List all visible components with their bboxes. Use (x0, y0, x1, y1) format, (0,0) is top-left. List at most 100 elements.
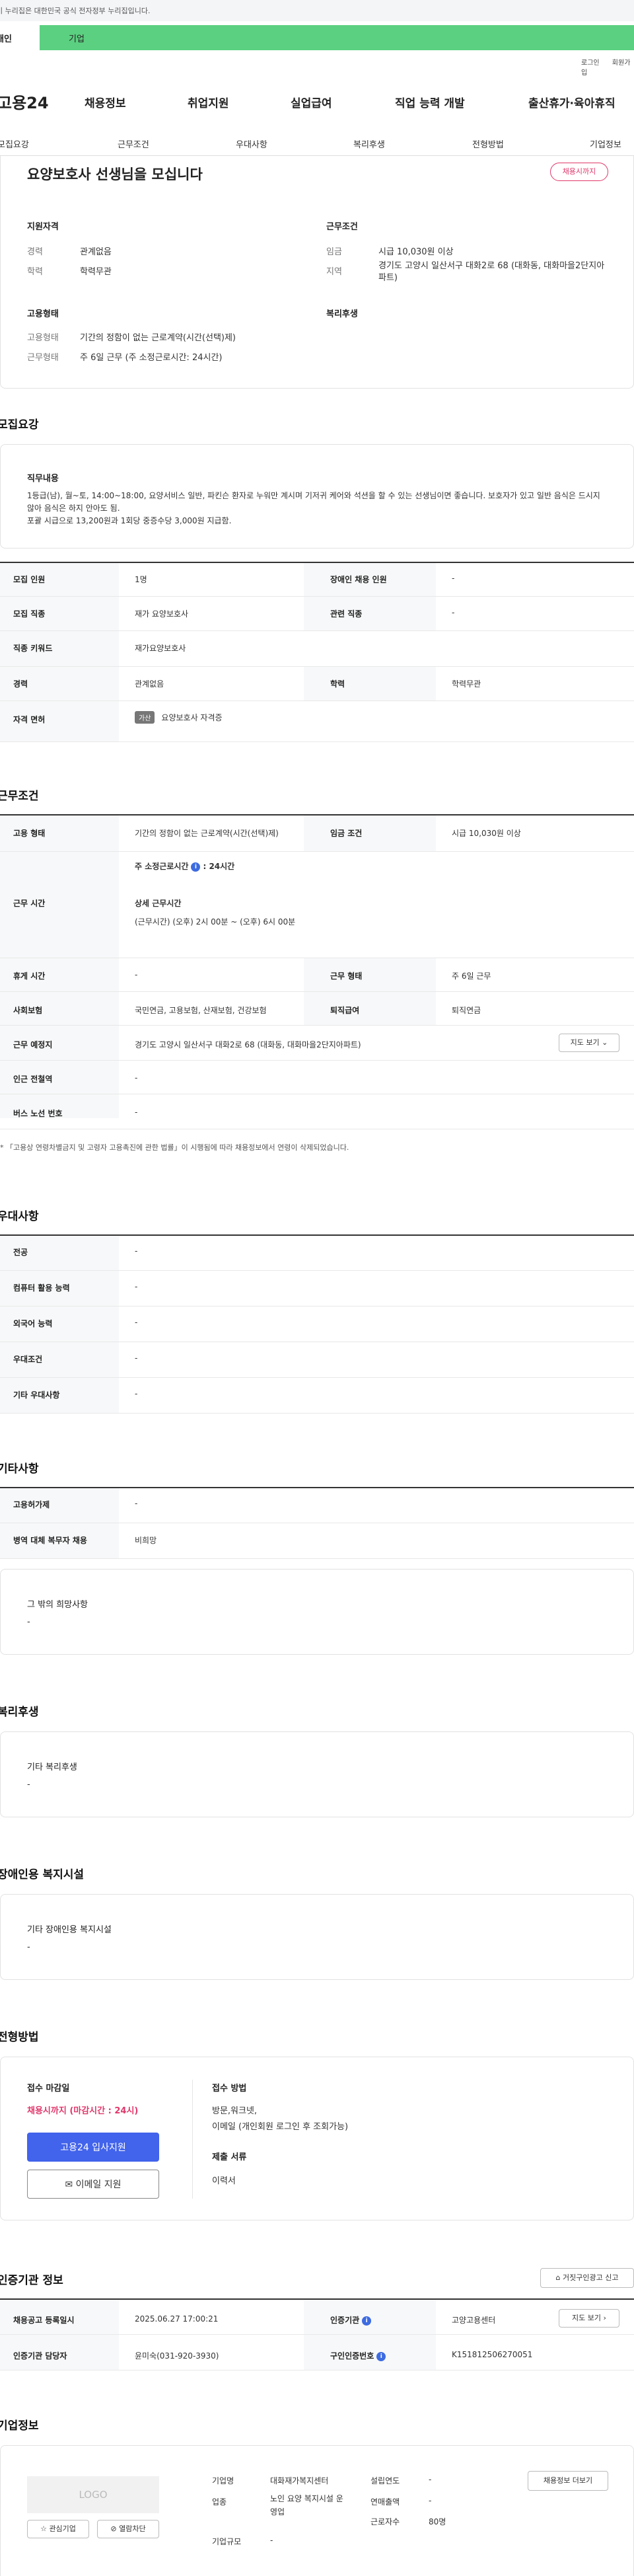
table-row (0, 630, 634, 631)
weekly-hours-value: : 24시간 (203, 862, 235, 871)
block-view-button[interactable]: ⊘ 열람차단 (97, 2520, 159, 2538)
company-v-name: 대화재가복지센터 (270, 2476, 329, 2485)
report-button-label: 거짓구인광고 신고 (563, 2273, 619, 2282)
method-value-2: 이메일 (개인회원 로그인 후 조회가능) (212, 2122, 349, 2132)
gnb-item-parental-leave[interactable]: 출산휴가·육아휴직 (528, 94, 616, 110)
login-link[interactable]: 로그인 (581, 59, 600, 67)
summary-card: 요양보호사 선생님을 모십니다 채용시까지 지원자격 경력 관계없음 학력 학력… (0, 156, 634, 389)
info-icon[interactable]: i (191, 862, 201, 872)
table-row (0, 2298, 634, 2300)
work-heading: 근무조건 (0, 790, 39, 803)
company-k-size: 기업규모 (212, 2537, 242, 2546)
method-title: 접수 방법 (212, 2084, 247, 2094)
tab-process[interactable]: 전형방법 (472, 137, 504, 150)
gnb-item-vocational-training[interactable]: 직업 능력 개발 (395, 94, 465, 110)
etc-v-military: 비희망 (135, 1536, 157, 1545)
company-v-industry: 노인 요양 복지시설 운영업 (270, 2494, 343, 2517)
work-v-place: 경기도 고양시 일산서구 대화2로 68 (대화동, 대화마을2단지아파트) (135, 1040, 361, 1049)
email-apply-button[interactable]: ✉ 이메일 지원 (27, 2170, 159, 2199)
table-row (0, 741, 634, 742)
map-button[interactable]: 지도 보기 ⌄ (559, 1034, 619, 1052)
block-icon: ⊘ (110, 2524, 117, 2533)
duty-card: 직무내용 1등급(남), 월~토, 14:00~18:00, 요양서비스 일반,… (0, 444, 634, 549)
gnb-item-unemployment-benefit[interactable]: 실업급여 (291, 94, 332, 110)
tab-personal[interactable]: 개인 (0, 25, 40, 50)
gnb-item-employment-support[interactable]: 취업지원 (188, 94, 229, 110)
work-k-bus: 버스 노선 번호 (13, 1109, 63, 1118)
work-form-label: 근무형태 (27, 353, 59, 363)
work-k-hours-detail: 상세 근무시간 (135, 899, 182, 908)
recruit-k-career: 경력 (13, 679, 28, 689)
disability-box-title: 기타 장애인용 복지시설 (27, 1925, 112, 1935)
tab-recruit[interactable]: 모집요강 (0, 137, 29, 150)
notice-text: 이 누리집은 대한민국 공식 전자정부 누리집입니다. (0, 7, 151, 15)
deadline-badge: 채용시까지 (550, 163, 608, 181)
info-icon[interactable]: i (376, 2351, 386, 2361)
recruit-v-license: 가산 요양보호사 자격증 (135, 711, 223, 724)
disability-box-value: - (27, 1942, 30, 1952)
tab-welfare[interactable]: 복리후생 (353, 137, 385, 150)
work-v-insurance: 국민연금, 고용보험, 산재보험, 건강보험 (135, 1006, 267, 1015)
favorite-company-button[interactable]: ☆ 관심기업 (27, 2520, 89, 2538)
region-value: 경기도 고양시 일산서구 대화2로 68 (대화동, 대화마을2단지아파트) (378, 261, 605, 283)
favorite-label: 관심기업 (49, 2524, 76, 2533)
gnb-item-jobs[interactable]: 채용정보 (85, 94, 126, 110)
work-k-retirement: 퇴직급여 (330, 1006, 360, 1015)
recruit-k-headcount: 모집 인원 (13, 575, 46, 584)
welfare-box-title: 기타 복리후생 (27, 1762, 77, 1772)
work-k-subway: 인근 전철역 (13, 1075, 53, 1084)
chevron-right-icon: › (603, 2314, 606, 2322)
company-k-employees: 근로자수 (370, 2517, 400, 2526)
docs-title: 제출 서류 (212, 2152, 247, 2162)
agency-k-registered: 채용공고 등록일시 (13, 2316, 75, 2325)
table-row (0, 851, 634, 852)
agency-k-staff: 인증기관 담당자 (13, 2351, 67, 2361)
work-k-insurance: 사회보험 (13, 1006, 43, 1015)
global-navigation: 고용24 채용정보 취업지원 실업급여 직업 능력 개발 출산휴가·육아휴직 (0, 85, 634, 118)
pref-v-condition: - (135, 1353, 138, 1363)
table-row (0, 596, 634, 597)
table-row (0, 1306, 634, 1307)
recruit-v-disabled: - (452, 574, 455, 583)
more-jobs-button[interactable]: 채용정보 더보기 (528, 2471, 608, 2491)
work-v-retirement: 퇴직연금 (452, 1006, 481, 1015)
company-v-size: - (270, 2536, 273, 2545)
duty-title: 직무내용 (27, 474, 59, 484)
work-v-wage: 시급 10,030원 이상 (452, 829, 521, 838)
work-form-value: 주 6일 근무 (주 소정근로시간: 24시간) (80, 353, 223, 363)
table-row (0, 991, 634, 992)
emp-type-label: 고용형태 (27, 333, 59, 343)
mail-icon: ✉ (65, 2179, 73, 2190)
work-v-hours-detail: (근무시간) (오후) 2시 00분 ~ (오후) 6시 00분 (135, 917, 296, 927)
site-logo[interactable]: 고용24 (0, 90, 49, 113)
etc-v-permit: - (135, 1499, 138, 1508)
tab-company-info[interactable]: 기업정보 (590, 137, 621, 150)
qual-title: 지원자격 (27, 222, 59, 232)
welfare-title: 복리후생 (326, 309, 358, 319)
recruit-k-keyword: 직종 키워드 (13, 644, 53, 653)
edu-value: 학력무관 (80, 267, 112, 277)
recruit-v-related: - (452, 608, 455, 617)
agency-map-button[interactable]: 지도 보기 › (559, 2309, 619, 2328)
government-notice-bar: 이 누리집은 대한민국 공식 전자정부 누리집입니다. (0, 0, 634, 21)
tab-work-conditions[interactable]: 근무조건 (118, 137, 149, 150)
work-v-bus: - (135, 1108, 138, 1117)
apply-button[interactable]: 고용24 입사지원 (27, 2133, 159, 2162)
block-label: 열람차단 (119, 2524, 146, 2533)
home-icon: ⌂ (555, 2273, 561, 2282)
pref-k-other: 기타 우대사항 (13, 1390, 60, 1400)
deadline-value: 채용시까지 (마감시간 : 24시) (27, 2106, 139, 2116)
tab-preferences[interactable]: 우대사항 (236, 137, 267, 150)
table-row (0, 2334, 634, 2335)
work-v-subway: - (135, 1073, 138, 1082)
other-wish-value: - (27, 1617, 30, 1627)
region-label: 지역 (326, 267, 342, 277)
pref-v-language: - (135, 1318, 138, 1327)
other-wish-card: 그 밖의 희망사항 - (0, 1569, 634, 1655)
tab-company[interactable]: 기업 (40, 25, 634, 50)
work-v-form: 주 6일 근무 (452, 971, 491, 981)
company-k-year: 설립연도 (370, 2476, 400, 2485)
recruit-k-edu: 학력 (330, 679, 345, 689)
info-icon[interactable]: i (362, 2316, 372, 2326)
report-fake-ad-button[interactable]: ⌂ 거짓구인광고 신고 (540, 2268, 634, 2288)
